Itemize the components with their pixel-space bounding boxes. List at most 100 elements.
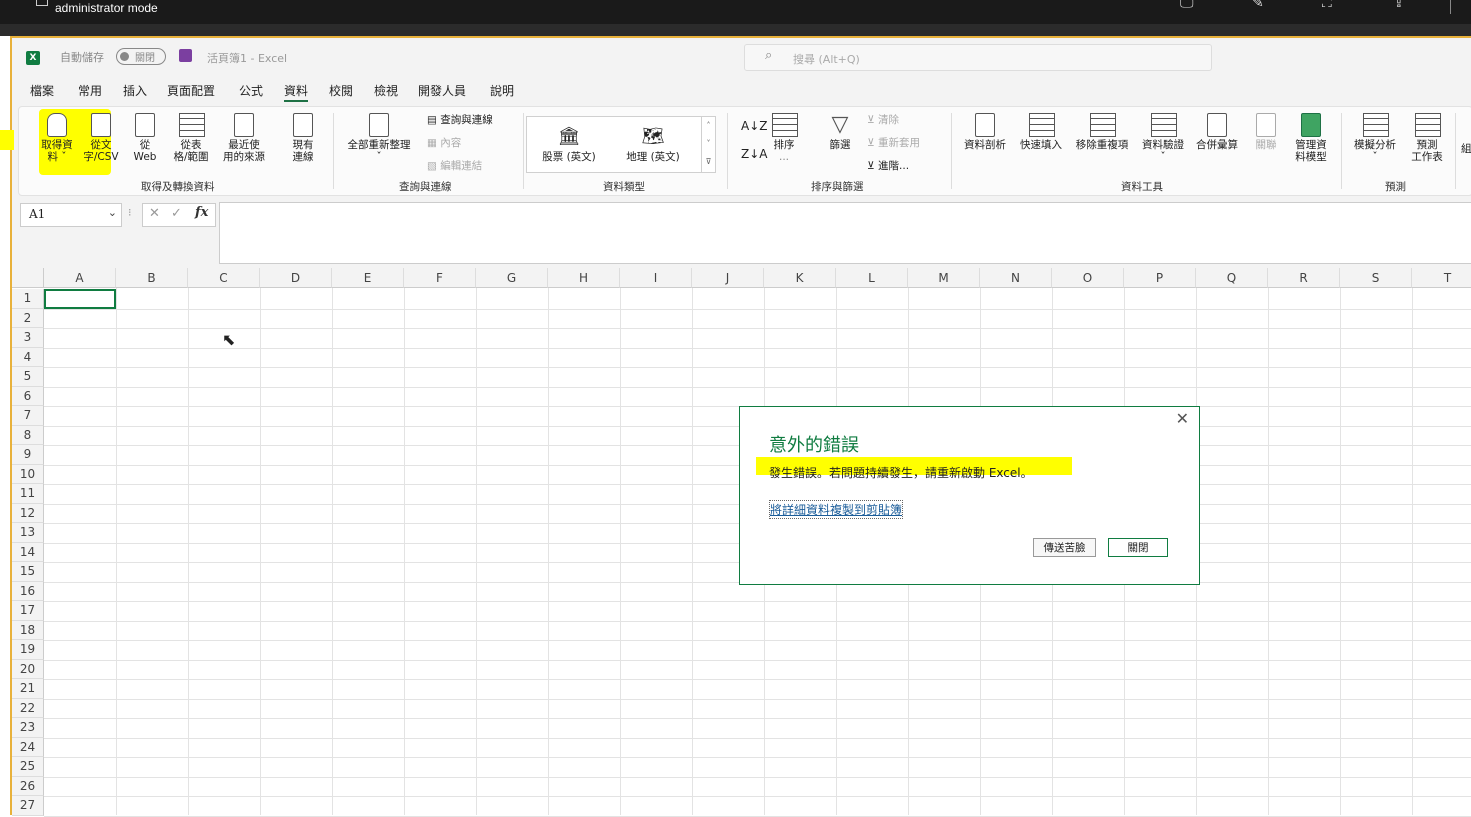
what-if-analysis-button[interactable]: 模擬分析 ˇ [1349, 113, 1401, 163]
column-header[interactable]: K [764, 268, 836, 288]
existing-connections-button[interactable]: 現有 連線 [285, 113, 321, 163]
geography-button[interactable]: 🗺 地理 (英文) [621, 125, 685, 163]
row-header[interactable]: 24 [12, 737, 44, 757]
row-header[interactable]: 2 [12, 308, 44, 328]
column-header[interactable]: B [116, 268, 188, 288]
reapply-button[interactable]: ⊻ 重新套用 [867, 135, 920, 150]
select-all-corner[interactable] [12, 268, 44, 288]
tab-data[interactable]: 資料 [284, 82, 309, 102]
share-icon[interactable]: ⇪ [1393, 0, 1411, 10]
close-icon[interactable]: ✕ [1176, 409, 1189, 428]
remove-duplicates-button[interactable]: 移除重複項 [1071, 113, 1133, 151]
copy-details-link[interactable]: 將詳細資料複製到剪貼簿 [769, 500, 904, 519]
tab-review[interactable]: 校閱 [329, 82, 353, 99]
save-icon[interactable] [179, 49, 192, 62]
tab-help[interactable]: 說明 [490, 82, 514, 99]
row-header[interactable]: 6 [12, 386, 44, 406]
column-header[interactable]: D [260, 268, 332, 288]
row-header[interactable]: 26 [12, 776, 44, 796]
column-header[interactable]: A [44, 268, 116, 288]
column-header[interactable]: S [1340, 268, 1412, 288]
row-header[interactable]: 7 [12, 406, 44, 426]
tab-formulas[interactable]: 公式 [239, 82, 263, 99]
sort-button[interactable]: 排序... [769, 113, 799, 163]
row-header[interactable]: 16 [12, 581, 44, 601]
tab-page-layout[interactable]: 頁面配置 [167, 82, 215, 99]
row-header[interactable]: 25 [12, 757, 44, 777]
edit-icon[interactable]: ✎ [1252, 0, 1270, 10]
enter-icon[interactable]: ✓ [171, 206, 182, 221]
cancel-icon[interactable]: ✕ [149, 206, 160, 221]
column-header[interactable]: J [692, 268, 764, 288]
row-header[interactable]: 23 [12, 718, 44, 738]
row-header[interactable]: 27 [12, 796, 44, 816]
edit-links-button[interactable]: ▧ 編輯連結 [427, 158, 482, 173]
properties-button[interactable]: ▦ 內容 [427, 135, 461, 150]
row-header[interactable]: 5 [12, 367, 44, 387]
flash-fill-button[interactable]: 快速填入 [1015, 113, 1067, 151]
advanced-filter-button[interactable]: ⊻ 進階... [867, 158, 909, 173]
column-header[interactable]: E [332, 268, 404, 288]
group-cut-button[interactable]: 組 [1461, 141, 1471, 156]
column-header[interactable]: F [404, 268, 476, 288]
row-header[interactable]: 20 [12, 659, 44, 679]
close-button[interactable]: 關閉 [1108, 538, 1168, 557]
column-header[interactable]: Q [1196, 268, 1268, 288]
queries-connections-button[interactable]: ▤ 查詢與連線 [427, 112, 493, 127]
selected-cell[interactable] [44, 289, 116, 309]
send-frown-button[interactable]: 傳送苦臉 [1033, 538, 1096, 557]
column-header[interactable]: L [836, 268, 908, 288]
column-header[interactable]: R [1268, 268, 1340, 288]
insert-function-icon[interactable]: fx [195, 205, 208, 220]
tab-home[interactable]: 常用 [78, 82, 102, 99]
text-to-columns-button[interactable]: 資料剖析 [959, 113, 1011, 151]
row-header[interactable]: 12 [12, 503, 44, 523]
column-header[interactable]: H [548, 268, 620, 288]
row-header[interactable]: 21 [12, 679, 44, 699]
column-header[interactable]: G [476, 268, 548, 288]
row-header[interactable]: 3 [12, 328, 44, 348]
from-table-range-button[interactable]: 從表 格/範圍 [169, 113, 213, 163]
resize-icon[interactable]: ⛶ [1322, 0, 1340, 10]
row-header[interactable]: 1 [12, 289, 44, 309]
tab-developer[interactable]: 開發人員 [418, 82, 466, 99]
recent-sources-button[interactable]: 最近使 用的來源 [217, 113, 271, 163]
column-header[interactable]: M [908, 268, 980, 288]
column-header[interactable]: C [188, 268, 260, 288]
row-header[interactable]: 18 [12, 620, 44, 640]
consolidate-button[interactable]: 合併彙算 [1191, 113, 1243, 151]
row-header[interactable]: 8 [12, 425, 44, 445]
from-text-csv-button[interactable]: 從文 字/CSV [79, 113, 123, 163]
name-box[interactable]: A1 ⌄ [20, 203, 122, 227]
column-header[interactable]: O [1052, 268, 1124, 288]
forecast-sheet-button[interactable]: 預測 工作表 [1405, 113, 1449, 163]
refresh-all-button[interactable]: 全部重新整理 ˇ [341, 113, 417, 163]
row-header[interactable]: 15 [12, 562, 44, 582]
monitor-icon[interactable]: 🖵 [1180, 0, 1198, 10]
column-header[interactable]: T [1412, 268, 1471, 288]
row-header[interactable]: 10 [12, 464, 44, 484]
stocks-button[interactable]: 🏛 股票 (英文) [537, 125, 601, 163]
clear-filter-button[interactable]: ⊻ 清除 [867, 112, 899, 127]
tab-file[interactable]: 檔案 [30, 82, 54, 99]
filter-button[interactable]: ▽ 篩選 [823, 113, 857, 152]
row-header[interactable]: 14 [12, 542, 44, 562]
row-header[interactable]: 11 [12, 484, 44, 504]
row-header[interactable]: 9 [12, 445, 44, 465]
tab-insert[interactable]: 插入 [123, 82, 147, 99]
data-validation-button[interactable]: 資料驗證 ˇ [1137, 113, 1189, 163]
row-header[interactable]: 13 [12, 523, 44, 543]
from-web-button[interactable]: 從 Web [127, 113, 163, 163]
sort-desc-button[interactable]: Z↓A [741, 147, 767, 161]
manage-data-model-button[interactable]: 管理資 料模型 [1289, 113, 1333, 163]
gallery-scroll[interactable]: ˄ ˅ ⊽ [701, 117, 715, 172]
sort-asc-button[interactable]: A↓Z [741, 119, 767, 133]
formula-input[interactable] [219, 202, 1471, 264]
column-header[interactable]: P [1124, 268, 1196, 288]
row-header[interactable]: 17 [12, 601, 44, 621]
relationships-button[interactable]: 關聯 [1249, 113, 1283, 151]
get-data-button[interactable]: 取得資料 ˇ [37, 113, 77, 163]
row-header[interactable]: 22 [12, 698, 44, 718]
tab-view[interactable]: 檢視 [374, 82, 398, 99]
column-header[interactable]: I [620, 268, 692, 288]
